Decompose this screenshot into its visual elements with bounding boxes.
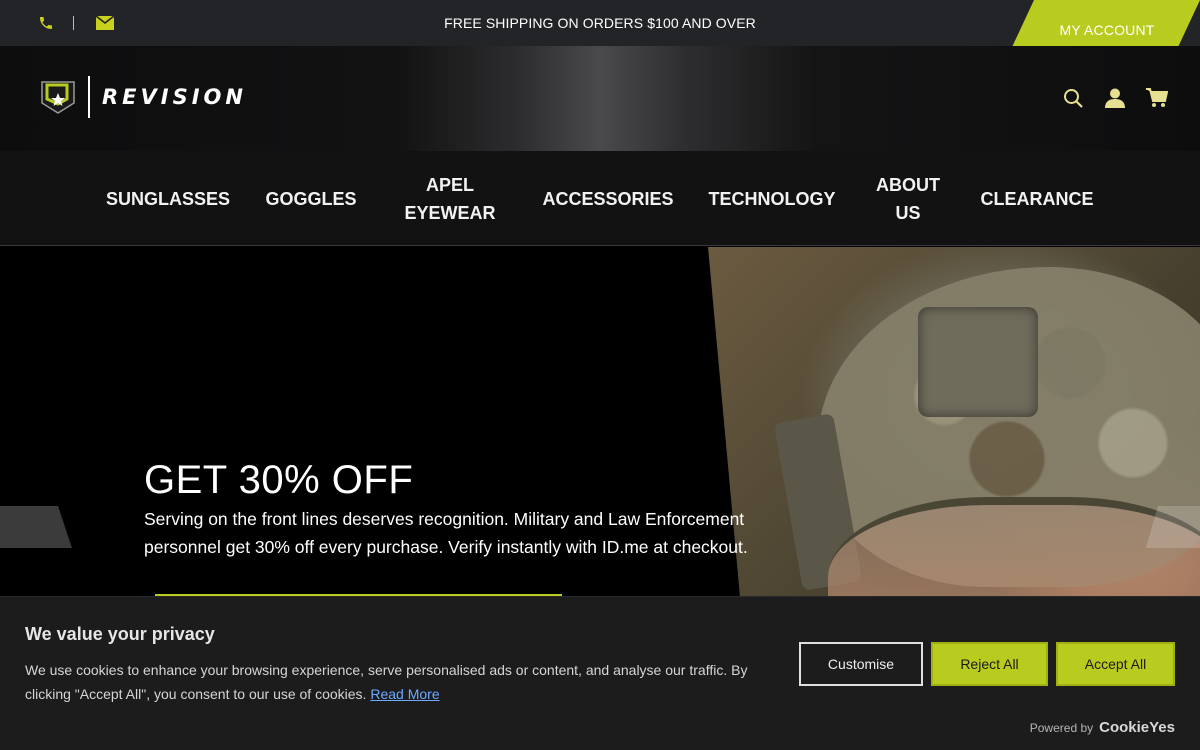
accept-all-button[interactable]: Accept All (1056, 642, 1175, 686)
top-bar: FREE SHIPPING ON ORDERS $100 AND OVER MY… (0, 0, 1200, 60)
main-nav: SUNGLASSES GOGGLES APEL EYEWEAR ACCESSOR… (0, 151, 1200, 246)
cookie-text: We use cookies to enhance your browsing … (25, 658, 785, 706)
slider-prev-arrow[interactable] (0, 506, 72, 548)
shipping-promo: FREE SHIPPING ON ORDERS $100 AND OVER (444, 15, 756, 31)
hero-description: Serving on the front lines deserves reco… (144, 509, 748, 557)
logo-divider (88, 76, 90, 118)
logo-badge-icon (41, 81, 75, 114)
helmet-mount-shape (918, 307, 1038, 417)
header-actions (1042, 87, 1168, 109)
read-more-link[interactable]: Read More (370, 686, 439, 702)
nav-item-technology[interactable]: TECHNOLOGY (702, 151, 842, 246)
nav-item-clearance[interactable]: CLEARANCE (972, 151, 1102, 246)
nav-item-goggles[interactable]: GOGGLES (256, 151, 366, 246)
cart-icon[interactable] (1146, 87, 1168, 109)
nav-item-accessories[interactable]: ACCESSORIES (533, 151, 683, 246)
cookie-consent-banner: We value your privacy We use cookies to … (0, 596, 1200, 750)
search-icon[interactable] (1062, 87, 1084, 109)
nav-item-apel-eyewear[interactable]: APEL EYEWEAR (395, 151, 505, 246)
nav-item-sunglasses[interactable]: SUNGLASSES (98, 151, 238, 246)
customise-button[interactable]: Customise (799, 642, 923, 686)
hero-title: GET 30% OFF (144, 458, 414, 502)
logo-wordmark: REVISION (102, 85, 247, 109)
cookieyes-logo[interactable]: CookieYes (1099, 719, 1175, 736)
powered-by: Powered by CookieYes (1030, 719, 1175, 736)
site-header: REVISION (0, 46, 1200, 151)
nav-item-about-us[interactable]: ABOUT US (868, 151, 948, 246)
user-icon[interactable] (1104, 87, 1126, 109)
cookie-title: We value your privacy (25, 624, 215, 644)
powered-by-label: Powered by (1029, 720, 1094, 735)
site-logo[interactable]: REVISION (40, 76, 247, 118)
reject-all-button[interactable]: Reject All (931, 642, 1048, 686)
